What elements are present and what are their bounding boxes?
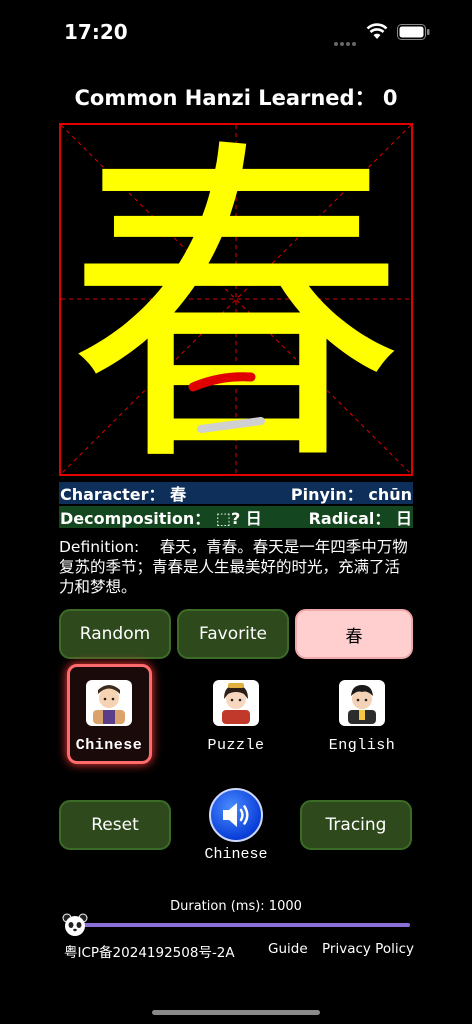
- character-info-row: Character： 春 Pinyin： chūn: [59, 482, 413, 504]
- mode-chinese[interactable]: Chinese: [64, 680, 154, 754]
- hanzi-writing-grid[interactable]: 春: [59, 123, 413, 476]
- favorite-button[interactable]: Favorite: [177, 609, 289, 659]
- status-time: 17:20: [64, 20, 128, 44]
- mode-puzzle[interactable]: Puzzle: [191, 680, 281, 754]
- home-indicator: [152, 1010, 320, 1015]
- random-button[interactable]: Random: [59, 609, 171, 659]
- definition-text: Definition: 春天，青春。春天是一年四季中万物复苏的季节；青春是人生最…: [59, 538, 408, 596]
- current-char-button[interactable]: 春: [295, 609, 413, 659]
- duration-slider[interactable]: [82, 923, 410, 927]
- guide-link[interactable]: Guide: [268, 941, 308, 957]
- mode-english[interactable]: English: [317, 680, 407, 754]
- signal-icon: [334, 33, 358, 51]
- panda-slider-thumb-icon[interactable]: [62, 912, 88, 938]
- privacy-policy-link[interactable]: Privacy Policy: [322, 941, 414, 957]
- battery-icon: [397, 24, 430, 40]
- radical-label: Radical： 日: [308, 509, 412, 528]
- hanzi-canvas: 春: [61, 125, 411, 474]
- child-avatar-icon: [86, 680, 132, 726]
- boy-avatar-icon: [339, 680, 385, 726]
- speaker-language-label: Chinese: [204, 846, 268, 863]
- status-bar: 17:20: [0, 0, 472, 62]
- icp-link[interactable]: 粤ICP备2024192508号-2A: [64, 941, 235, 961]
- mode-english-label: English: [328, 737, 396, 754]
- mode-chinese-label: Chinese: [75, 737, 143, 754]
- decomposition-info-row: Decomposition： ⬚? 日 Radical： 日: [59, 506, 413, 528]
- page-title: Common Hanzi Learned： 0: [74, 86, 398, 110]
- decomposition-label: Decomposition： ⬚? 日: [60, 509, 262, 528]
- wifi-icon: [366, 23, 388, 39]
- girl-avatar-icon: [213, 680, 259, 726]
- pinyin-label: Pinyin： chūn: [290, 485, 412, 504]
- reset-button[interactable]: Reset: [59, 800, 171, 850]
- speaker-icon: [223, 803, 249, 827]
- speaker-button[interactable]: [209, 788, 263, 842]
- character-label: Character： 春: [60, 485, 187, 504]
- tracing-button[interactable]: Tracing: [300, 800, 412, 850]
- mode-puzzle-label: Puzzle: [207, 737, 265, 754]
